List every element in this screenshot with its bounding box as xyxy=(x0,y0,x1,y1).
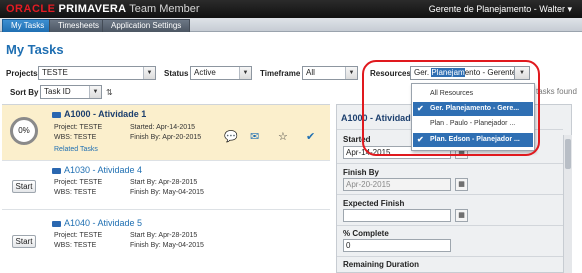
divider xyxy=(337,225,563,226)
tab-my-tasks[interactable]: My Tasks xyxy=(2,19,54,32)
check-icon[interactable]: ✔ xyxy=(306,130,315,143)
sort-by-value: Task ID xyxy=(44,87,71,96)
star-icon[interactable]: ☆ xyxy=(278,130,288,143)
sort-by-label: Sort By xyxy=(10,88,39,97)
resource-option-label: All Resources xyxy=(430,90,474,97)
task-finish-by: Finish By: Apr-20-2015 xyxy=(130,134,202,141)
timeframe-select[interactable]: All ▼ xyxy=(302,66,358,80)
sort-order-icon[interactable]: ⇅ xyxy=(106,88,114,97)
task-card[interactable]: Start A1040 - Atividade 5 Project: TESTE… xyxy=(2,215,330,263)
calendar-icon[interactable]: ▦ xyxy=(455,209,468,222)
task-card[interactable]: Start A1030 - Atividade 4 Project: TESTE… xyxy=(2,162,330,210)
brand-product: Team Member xyxy=(129,3,200,15)
mail-icon[interactable]: ✉ xyxy=(250,130,259,143)
task-finish-by: Finish By: May-04-2015 xyxy=(130,242,204,249)
tab-application-settings[interactable]: Application Settings xyxy=(102,19,191,32)
projects-label: Projects xyxy=(6,69,38,78)
divider xyxy=(337,256,563,257)
user-menu[interactable]: Gerente de Planejamento - Walter ▾ xyxy=(429,4,572,15)
task-project: Project: TESTE xyxy=(54,124,103,131)
chevron-down-icon: ▼ xyxy=(143,67,155,79)
pct-complete-label: % Complete xyxy=(343,229,389,238)
top-bar: ORACLE PRIMAVERA Team Member Gerente de … xyxy=(0,0,582,18)
chevron-down-icon: ▼ xyxy=(89,86,101,98)
sort-by-select[interactable]: Task ID ▼ xyxy=(40,85,102,99)
tab-timesheets[interactable]: Timesheets xyxy=(49,19,109,32)
divider xyxy=(337,194,563,195)
start-button[interactable]: Start xyxy=(12,235,36,248)
resource-option-label: Ger. Planejamento - Gere... xyxy=(430,105,520,112)
task-icon xyxy=(52,168,61,174)
comment-icon[interactable]: 💬 xyxy=(224,130,238,143)
brand-primavera: PRIMAVERA xyxy=(58,3,127,15)
progress-circle: 0% xyxy=(10,117,38,145)
finish-by-field: Apr-20-2015 xyxy=(343,178,451,191)
task-title[interactable]: A1030 - Atividade 4 xyxy=(64,165,142,175)
task-card[interactable]: 0% A1000 - Atividade 1 Project: TESTE WB… xyxy=(2,105,330,161)
page-title: My Tasks xyxy=(6,42,64,57)
start-button[interactable]: Start xyxy=(12,180,36,193)
projects-select[interactable]: TESTE ▼ xyxy=(38,66,156,80)
expected-finish-field[interactable] xyxy=(343,209,451,222)
resource-option-all[interactable]: All Resources xyxy=(413,87,533,101)
brand-oracle: ORACLE xyxy=(6,3,56,15)
detail-scrollbar[interactable] xyxy=(563,135,572,273)
resource-option-plan-edson[interactable]: ✔ Plan. Edson - Planejador ... xyxy=(413,133,533,147)
timeframe-label: Timeframe xyxy=(260,69,301,78)
finish-by-label: Finish By xyxy=(343,168,380,177)
task-list: 0% A1000 - Atividade 1 Project: TESTE WB… xyxy=(2,104,330,273)
resources-value-selected: Planejam xyxy=(431,68,465,77)
resources-label: Resources xyxy=(370,69,411,78)
calendar-icon: ▦ xyxy=(455,178,468,191)
status-select[interactable]: Active ▼ xyxy=(190,66,252,80)
task-title[interactable]: A1000 - Atividade 1 xyxy=(64,109,146,119)
divider xyxy=(337,163,563,164)
chevron-down-icon: ▼ xyxy=(345,67,357,79)
resources-value-pre: Ger. xyxy=(414,68,432,77)
timeframe-select-value: All xyxy=(306,68,315,77)
task-wbs: WBS: TESTE xyxy=(54,134,97,141)
task-started: Started: Apr-14-2015 xyxy=(130,124,195,131)
chevron-down-icon: ▼ xyxy=(515,67,529,79)
resource-option-ger-planejamento[interactable]: ✔ Ger. Planejamento - Gere... xyxy=(413,102,533,116)
started-label: Started xyxy=(343,135,371,144)
resource-option-label: Plan. Edson - Planejador ... xyxy=(430,136,520,143)
check-icon: ✔ xyxy=(417,104,424,113)
task-project: Project: TESTE xyxy=(54,232,103,239)
chevron-down-icon: ▼ xyxy=(239,67,251,79)
resources-select[interactable]: Ger. Planejamento - Gerente de xyxy=(410,66,526,80)
expected-finish-label: Expected Finish xyxy=(343,199,405,208)
task-start-by: Start By: Apr-28-2015 xyxy=(130,179,198,186)
task-start-by: Start By: Apr-28-2015 xyxy=(130,232,198,239)
status-select-value: Active xyxy=(194,68,216,77)
task-finish-by: Finish By: May-04-2015 xyxy=(130,189,204,196)
task-title[interactable]: A1040 - Atividade 5 xyxy=(64,218,142,228)
task-project: Project: TESTE xyxy=(54,179,103,186)
projects-select-value: TESTE xyxy=(42,68,68,77)
tab-bar: My Tasks Timesheets Application Settings xyxy=(0,18,582,32)
remaining-duration-label: Remaining Duration xyxy=(343,260,420,269)
resource-option-label: Plan . Paulo - Planejador ... xyxy=(430,120,516,127)
task-icon xyxy=(52,112,61,118)
brand-logo: ORACLE PRIMAVERA Team Member xyxy=(6,3,200,15)
status-label: Status xyxy=(164,69,189,78)
task-wbs: WBS: TESTE xyxy=(54,189,97,196)
pct-complete-field[interactable]: 0 xyxy=(343,239,451,252)
scrollbar-thumb[interactable] xyxy=(565,139,571,169)
check-icon: ✔ xyxy=(417,135,424,144)
tasks-found-count: tasks found xyxy=(536,87,577,96)
resources-dropdown-button[interactable]: ▼ xyxy=(514,66,530,80)
resources-dropdown: All Resources ✔ Ger. Planejamento - Gere… xyxy=(411,83,535,151)
task-wbs: WBS: TESTE xyxy=(54,242,97,249)
task-icon xyxy=(52,221,61,227)
resource-option-plan-paulo[interactable]: Plan . Paulo - Planejador ... xyxy=(413,117,533,131)
related-tasks-link[interactable]: Related Tasks xyxy=(54,146,98,153)
